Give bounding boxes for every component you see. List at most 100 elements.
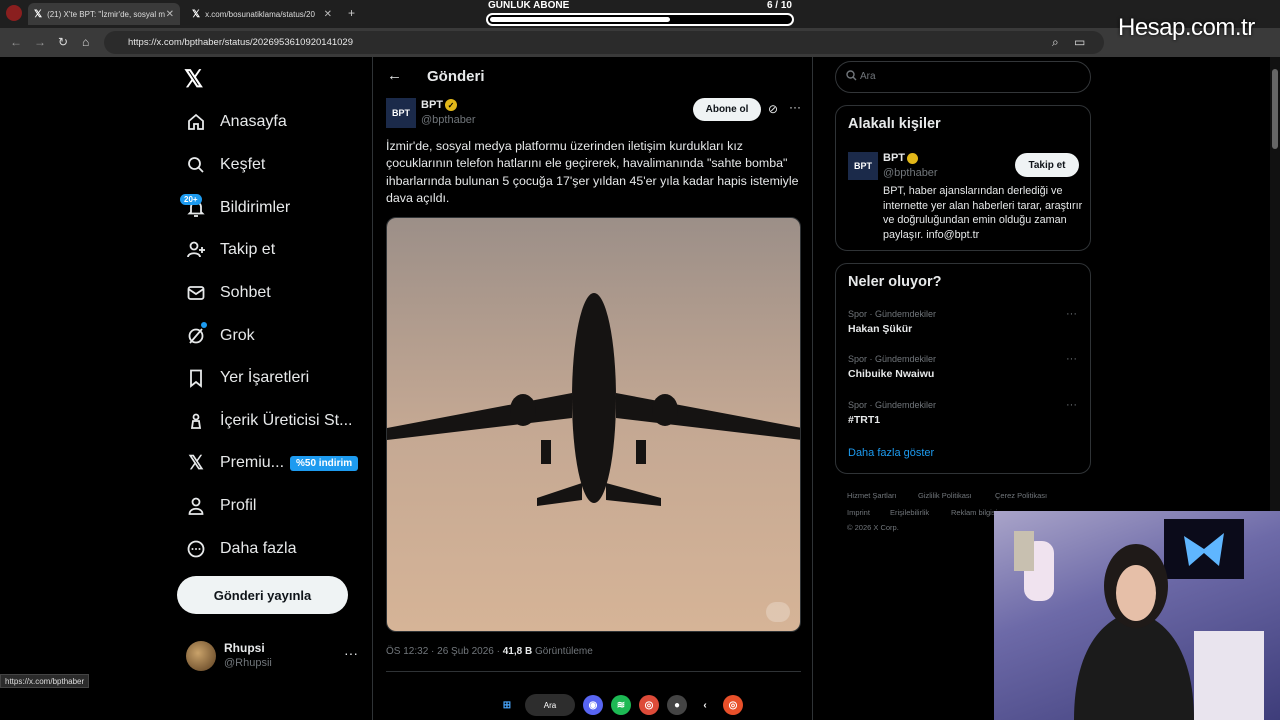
footer-link[interactable]: Imprint: [847, 508, 870, 517]
show-more-link[interactable]: Daha fazla göster: [848, 447, 934, 459]
nav-label: Yer İşaretleri: [220, 369, 310, 386]
trend-item[interactable]: Hakan Şükür: [848, 323, 912, 335]
post-timestamp: ÖS 12:32 · 26 Şub 2026 · 41,8 B Görüntül…: [386, 646, 593, 657]
profile-avatar-icon[interactable]: [6, 5, 22, 21]
nav-profile[interactable]: Profil: [186, 491, 256, 521]
windows-start-icon[interactable]: ⊞: [497, 695, 517, 715]
verified-badge-icon: ✓: [445, 99, 457, 111]
more-circle-icon: [186, 539, 206, 559]
new-tab-button[interactable]: +: [348, 6, 355, 20]
author-handle[interactable]: @bpthaber: [421, 114, 476, 126]
discord-icon[interactable]: ◉: [583, 695, 603, 715]
nav-bookmarks[interactable]: Yer İşaretleri: [186, 363, 309, 393]
mail-icon: [186, 283, 206, 303]
nav-label: Takip et: [220, 241, 276, 258]
footer-link[interactable]: Çerez Politikası: [995, 491, 1047, 500]
trend-category: Spor · Gündemdekiler: [848, 309, 937, 319]
footer-link[interactable]: Erişilebilirlik: [890, 508, 929, 517]
url-field[interactable]: https://x.com/bpthaber/status/2026953610…: [104, 31, 1104, 54]
streamer-camera: [1014, 519, 1264, 720]
follow-button[interactable]: Takip et: [1015, 153, 1079, 177]
spotify-icon[interactable]: ≋: [611, 695, 631, 715]
webcam-overlay: [994, 511, 1280, 720]
nav-notifications[interactable]: Bildirimler: [186, 193, 290, 223]
avatar[interactable]: [186, 641, 216, 671]
zoom-icon[interactable]: ⌕: [1052, 35, 1059, 50]
subscribe-button[interactable]: Abone ol: [693, 98, 761, 121]
nav-messages[interactable]: Sohbet: [186, 278, 271, 308]
search-input[interactable]: Ara: [835, 61, 1091, 93]
trend-more-button[interactable]: ···: [1066, 353, 1077, 365]
card-title: Neler oluyor?: [848, 274, 942, 290]
related-bio: BPT, haber ajanslarından derlediği ve in…: [883, 185, 1083, 241]
back-icon[interactable]: ←: [10, 35, 22, 49]
notification-count-badge: 20+: [180, 194, 202, 205]
nav-grok[interactable]: Grok: [186, 321, 255, 351]
related-name[interactable]: BPT: [883, 152, 905, 164]
status-bar-url: https://x.com/bpthaber: [0, 674, 90, 688]
goal-title: GÜNLÜK ABONE: [488, 0, 570, 11]
reload-icon[interactable]: ↻: [58, 35, 68, 49]
post-more-button[interactable]: ···: [789, 100, 801, 114]
verified-badge-icon: [907, 153, 918, 164]
author-name[interactable]: BPT: [421, 99, 443, 111]
post-image[interactable]: [386, 217, 801, 632]
creator-icon: [186, 411, 206, 431]
obs-icon[interactable]: ●: [667, 695, 687, 715]
post-button[interactable]: Gönderi yayınla: [177, 576, 348, 614]
author-avatar[interactable]: BPT: [386, 98, 416, 128]
avatar[interactable]: BPT: [848, 152, 878, 180]
grok-unread-dot: [201, 322, 207, 328]
taskbar-search[interactable]: Ara: [525, 694, 575, 716]
close-tab-icon[interactable]: ✕: [166, 9, 174, 20]
chrome-icon[interactable]: ◎: [639, 695, 659, 715]
views-count: 41,8 B: [502, 646, 533, 657]
trend-item[interactable]: #TRT1: [848, 414, 880, 426]
footer-link[interactable]: Hizmet Şartları: [847, 491, 897, 500]
footer-link[interactable]: Gizlilik Politikası: [918, 491, 972, 500]
tab-label: (21) X'te BPT: "İzmir'de, sosyal m: [47, 9, 165, 19]
copyright: © 2026 X Corp.: [847, 523, 899, 532]
cast-icon[interactable]: ▭: [1074, 35, 1085, 49]
nav-more[interactable]: Daha fazla: [186, 534, 297, 564]
page-title: Gönderi: [427, 68, 485, 85]
divider: [386, 671, 801, 672]
footer-link[interactable]: Reklam bilgisi: [951, 508, 997, 517]
nav-creator-studio[interactable]: İçerik Üreticisi St...: [186, 406, 352, 436]
nav-follow[interactable]: Takip et: [186, 235, 275, 265]
airplane-photo: [387, 218, 800, 631]
profile-handle: @Rhupsii: [224, 657, 272, 669]
scrollbar[interactable]: [1270, 57, 1280, 511]
goal-progress-bar: [486, 13, 794, 26]
grok-icon: [186, 326, 206, 346]
nav-label: Grok: [220, 327, 255, 344]
trend-more-button[interactable]: ···: [1066, 308, 1077, 320]
browser-tab-active[interactable]: 𝕏 (21) X'te BPT: "İzmir'de, sosyal m ✕: [28, 3, 180, 25]
forward-icon[interactable]: →: [34, 35, 46, 49]
post-text: İzmir'de, sosyal medya platformu üzerind…: [386, 139, 799, 205]
nav-explore[interactable]: Keşfet: [186, 150, 265, 180]
trend-item[interactable]: Chibuike Nwaiwu: [848, 368, 934, 380]
profile-name[interactable]: Rhupsi: [224, 641, 265, 655]
x-premium-icon: 𝕏: [188, 452, 204, 474]
browser-tab[interactable]: 𝕏 x.com/bosunatiklama/status/20 ✕: [186, 3, 338, 25]
premium-discount-badge: %50 indirim: [290, 456, 359, 471]
home-browser-icon[interactable]: ⌂: [82, 35, 89, 49]
browser-app-icon[interactable]: ◎: [723, 695, 743, 715]
card-title: Alakalı kişiler: [848, 116, 941, 132]
scrollbar-thumb[interactable]: [1272, 69, 1278, 149]
close-tab-icon[interactable]: ✕: [324, 9, 332, 20]
grok-explain-icon[interactable]: ⊘: [768, 102, 778, 116]
taskbar-search-label: Ara: [543, 700, 557, 710]
nav-label: Bildirimler: [220, 199, 291, 216]
post-time: ÖS 12:32 · 26 Şub 2026 ·: [386, 646, 503, 657]
search-icon: [186, 155, 206, 175]
related-people-card: Alakalı kişiler BPT BPT @bpthaber Takip …: [835, 105, 1091, 251]
trend-more-button[interactable]: ···: [1066, 399, 1077, 411]
app-icon[interactable]: ‹: [695, 695, 715, 715]
account-menu-button[interactable]: ···: [344, 645, 358, 661]
back-arrow-icon[interactable]: ←: [387, 67, 402, 84]
x-logo-icon[interactable]: 𝕏: [184, 65, 203, 94]
nav-premium[interactable]: 𝕏 Premiu...: [186, 448, 284, 478]
nav-home[interactable]: Anasayfa: [186, 107, 287, 137]
